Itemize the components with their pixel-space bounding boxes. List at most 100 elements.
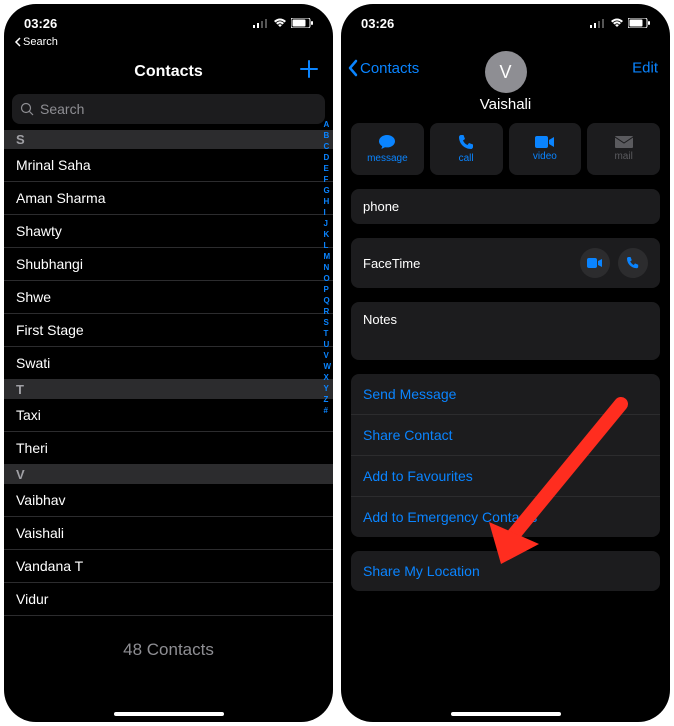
contact-row[interactable]: Shwe (4, 281, 333, 314)
contact-row[interactable]: Shubhangi (4, 248, 333, 281)
option-list-2: Share My Location (351, 551, 660, 591)
search-input[interactable]: Search (12, 94, 325, 124)
avatar-initial: V (499, 62, 511, 83)
contact-row[interactable]: Vidur (4, 583, 333, 616)
phone-icon (626, 256, 640, 270)
index-letter[interactable]: L (323, 240, 331, 251)
index-letter[interactable]: R (323, 306, 331, 317)
message-icon (378, 134, 396, 150)
contact-row[interactable]: First Stage (4, 314, 333, 347)
home-indicator[interactable] (451, 712, 561, 716)
index-letter[interactable]: N (323, 262, 331, 273)
index-letter[interactable]: B (323, 130, 331, 141)
search-placeholder: Search (40, 101, 84, 117)
video-pill[interactable]: video (509, 123, 582, 175)
option-list: Send Message Share Contact Add to Favour… (351, 374, 660, 537)
index-letter[interactable]: E (323, 163, 331, 174)
home-indicator[interactable] (114, 712, 224, 716)
contact-name: Vaishali (341, 96, 670, 113)
index-letter[interactable]: X (323, 372, 331, 383)
status-time: 03:26 (24, 16, 57, 31)
index-letter[interactable]: A (323, 119, 331, 130)
edit-button[interactable]: Edit (632, 60, 658, 77)
index-letter[interactable]: K (323, 229, 331, 240)
call-pill[interactable]: call (430, 123, 503, 175)
index-letter[interactable]: U (323, 339, 331, 350)
mail-pill[interactable]: mail (587, 123, 660, 175)
search-icon (20, 102, 34, 116)
avatar[interactable]: V (485, 51, 527, 93)
index-letter[interactable]: Y (323, 383, 331, 394)
add-contact-button[interactable] (299, 58, 319, 86)
share-location-option[interactable]: Share My Location (351, 551, 660, 591)
facetime-card: FaceTime (351, 238, 660, 288)
notes-card[interactable]: Notes (351, 302, 660, 360)
contact-row[interactable]: Vandana T (4, 550, 333, 583)
contact-count: 48 Contacts (4, 640, 333, 660)
index-letter[interactable]: D (323, 152, 331, 163)
signal-icon (590, 18, 606, 28)
alphabet-index[interactable]: A B C D E F G H I J K L M N O P Q R S T … (323, 119, 331, 416)
index-letter[interactable]: W (323, 361, 331, 372)
index-letter[interactable]: I (323, 207, 331, 218)
index-letter[interactable]: H (323, 196, 331, 207)
signal-icon (253, 18, 269, 28)
index-letter[interactable]: J (323, 218, 331, 229)
status-icons (590, 18, 650, 28)
contact-row-highlighted[interactable]: Vaishali (4, 517, 333, 550)
contact-row[interactable]: Aman Sharma (4, 182, 333, 215)
add-emergency-option[interactable]: Add to Emergency Contacts (351, 497, 660, 537)
wifi-icon (273, 18, 287, 28)
chevron-left-icon (347, 59, 358, 77)
status-icons (253, 18, 313, 28)
facetime-audio-button[interactable] (618, 248, 648, 278)
index-letter[interactable]: C (323, 141, 331, 152)
index-letter[interactable]: P (323, 284, 331, 295)
contact-detail-screen: 03:26 Contacts V Edit Vaishali message c… (341, 4, 670, 722)
index-letter[interactable]: V (323, 350, 331, 361)
index-letter[interactable]: F (323, 174, 331, 185)
video-icon (587, 258, 603, 268)
phone-icon (458, 134, 474, 150)
wifi-icon (610, 18, 624, 28)
index-letter[interactable]: T (323, 328, 331, 339)
contact-row[interactable]: Theri (4, 432, 333, 465)
message-pill[interactable]: message (351, 123, 424, 175)
add-favourites-option[interactable]: Add to Favourites (351, 456, 660, 497)
back-label: Contacts (360, 60, 419, 77)
video-icon (535, 136, 555, 148)
index-letter[interactable]: S (323, 317, 331, 328)
status-bar: 03:26 (4, 4, 333, 36)
index-letter[interactable]: Z (323, 394, 331, 405)
facetime-video-button[interactable] (580, 248, 610, 278)
contact-row[interactable]: Vaibhav (4, 484, 333, 517)
contact-row[interactable]: Mrinal Saha (4, 149, 333, 182)
contact-list[interactable]: S Mrinal Saha Aman Sharma Shawty Shubhan… (4, 130, 333, 660)
facetime-label: FaceTime (363, 256, 420, 271)
battery-icon (291, 18, 313, 28)
section-header: S (4, 130, 333, 149)
index-letter[interactable]: O (323, 273, 331, 284)
send-message-option[interactable]: Send Message (351, 374, 660, 415)
phone-card[interactable]: phone (351, 189, 660, 224)
share-contact-option[interactable]: Share Contact (351, 415, 660, 456)
battery-icon (628, 18, 650, 28)
index-letter[interactable]: G (323, 185, 331, 196)
back-search-link[interactable]: Search (4, 36, 333, 52)
contacts-list-screen: 03:26 Search Contacts Search S Mrinal Sa… (4, 4, 333, 722)
contact-row[interactable]: Shawty (4, 215, 333, 248)
contact-row[interactable]: Taxi (4, 399, 333, 432)
status-bar: 03:26 (341, 4, 670, 36)
chevron-left-icon (14, 37, 21, 47)
contact-row[interactable]: Swati (4, 347, 333, 380)
index-letter[interactable]: Q (323, 295, 331, 306)
pill-label: call (459, 153, 474, 164)
section-header: T (4, 380, 333, 399)
back-button[interactable]: Contacts (347, 59, 419, 77)
pill-label: mail (614, 151, 632, 162)
phone-label: phone (363, 199, 399, 214)
pill-label: video (533, 151, 557, 162)
notes-label: Notes (363, 312, 397, 327)
index-letter[interactable]: # (323, 405, 331, 416)
index-letter[interactable]: M (323, 251, 331, 262)
